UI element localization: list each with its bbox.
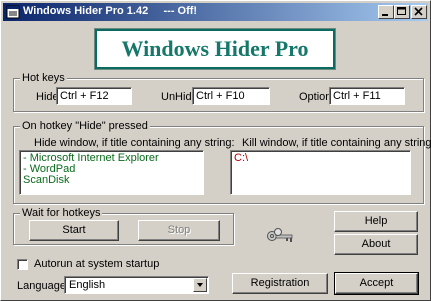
maximize-button[interactable] [394, 5, 410, 19]
list-item[interactable]: C:\ [234, 153, 407, 164]
accept-button[interactable]: Accept [334, 272, 419, 295]
registration-button-label: Registration [250, 277, 310, 289]
title-bar[interactable]: Windows Hider Pro 1.42 --- Off! [3, 3, 428, 21]
app-banner: Windows Hider Pro [94, 28, 336, 70]
close-button[interactable] [411, 5, 427, 19]
hide-hotkey-field[interactable] [56, 87, 132, 105]
language-label: Language [17, 280, 66, 292]
language-selected: English [69, 279, 106, 291]
stop-button[interactable]: Stop [138, 220, 220, 241]
registration-button[interactable]: Registration [232, 273, 328, 294]
app-window: Windows Hider Pro 1.42 --- Off! Windows … [0, 0, 431, 301]
hide-window-list[interactable]: - Microsoft Internet Explorer - WordPad … [19, 150, 204, 195]
kill-window-label: Kill window, if title containing any str… [242, 137, 431, 149]
hotkeys-legend: Hot keys [20, 72, 67, 84]
keys-icon [266, 227, 296, 248]
on-hide-legend: On hotkey "Hide" pressed [20, 120, 150, 132]
autorun-label: Autorun at system startup [34, 258, 160, 270]
help-button[interactable]: Help [334, 211, 418, 232]
about-button[interactable]: About [334, 234, 418, 255]
unhide-hotkey-field[interactable] [192, 87, 270, 105]
help-button-label: Help [364, 215, 388, 227]
app-window-icon [6, 5, 20, 19]
wait-legend: Wait for hotkeys [20, 207, 103, 219]
kill-window-list[interactable]: C:\ [230, 150, 411, 195]
banner-title: Windows Hider Pro [121, 36, 309, 61]
list-item[interactable]: ScanDisk [23, 175, 200, 186]
start-button[interactable]: Start [29, 220, 119, 241]
hide-window-label: Hide window, if title containing any str… [34, 137, 235, 149]
language-select[interactable]: English [64, 276, 209, 294]
autorun-checkbox[interactable] [17, 259, 28, 270]
accept-button-label: Accept [359, 277, 394, 289]
stop-button-label: Stop [167, 224, 191, 236]
minimize-button[interactable] [378, 5, 394, 19]
chevron-down-icon[interactable] [193, 278, 207, 292]
options-hotkey-field[interactable] [329, 87, 405, 105]
about-button-label: About [361, 238, 391, 250]
window-title: Windows Hider Pro 1.42 --- Off! [23, 5, 198, 17]
start-button-label: Start [62, 224, 86, 236]
